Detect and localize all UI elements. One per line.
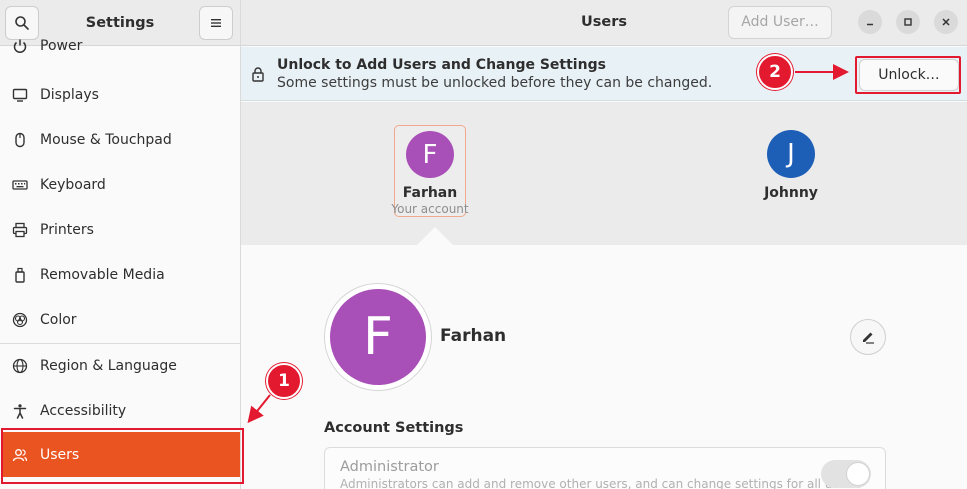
main-header: Users Add User… xyxy=(241,0,967,46)
sidebar-item-label: Power xyxy=(40,37,83,54)
sidebar-item-displays[interactable]: Displays xyxy=(0,72,240,117)
sidebar-item-label: Keyboard xyxy=(40,176,106,193)
power-icon xyxy=(11,37,29,55)
sidebar-item-label: Displays xyxy=(40,86,99,103)
users-icon xyxy=(11,446,29,464)
account-settings-heading: Account Settings xyxy=(324,420,464,436)
sidebar-item-users[interactable]: Users xyxy=(3,432,240,477)
sidebar-item-label: Region & Language xyxy=(40,357,177,374)
user-details: F Farhan Account Settings Administrator … xyxy=(241,245,967,489)
toggle-knob xyxy=(846,462,870,486)
avatar: F xyxy=(406,131,454,178)
sidebar-item-label: Accessibility xyxy=(40,402,127,419)
unlock-button[interactable]: Unlock… xyxy=(859,59,959,91)
infobar-title: Unlock to Add Users and Change Settings xyxy=(277,57,606,73)
sidebar-item-label: Mouse & Touchpad xyxy=(40,131,172,148)
selection-pointer xyxy=(417,227,453,245)
removable-media-icon xyxy=(11,266,29,284)
user-name: Johnny xyxy=(764,185,818,201)
add-user-button[interactable]: Add User… xyxy=(728,6,832,39)
sidebar-item-color[interactable]: Color xyxy=(0,297,240,342)
main-panel: Users Add User… Unlock to Add Users and … xyxy=(241,0,967,489)
sidebar-item-accessibility[interactable]: Accessibility xyxy=(0,388,240,433)
color-icon xyxy=(11,311,29,329)
user-carousel: F Farhan Your account J Johnny xyxy=(241,102,967,245)
account-settings-box: Administrator Administrators can add and… xyxy=(324,447,886,489)
user-card-farhan[interactable]: F Farhan Your account xyxy=(391,125,469,217)
mouse-icon xyxy=(11,131,29,149)
user-card-johnny[interactable]: J Johnny xyxy=(755,125,827,217)
infobar-subtitle: Some settings must be unlocked before th… xyxy=(277,75,713,91)
maximize-icon xyxy=(904,18,912,26)
user-avatar-button[interactable]: F xyxy=(324,283,432,391)
close-button[interactable] xyxy=(934,10,958,34)
administrator-description: Administrators can add and remove other … xyxy=(340,477,862,489)
avatar: J xyxy=(767,130,815,178)
close-icon xyxy=(942,18,950,26)
edit-icon xyxy=(863,332,874,344)
sidebar-item-label: Removable Media xyxy=(40,266,165,283)
sidebar-item-label: Color xyxy=(40,311,77,328)
sidebar-item-removable-media[interactable]: Removable Media xyxy=(0,252,240,297)
sidebar-item-label: Printers xyxy=(40,221,94,238)
annotation-step-1: 1 xyxy=(266,363,302,399)
sidebar-item-printers[interactable]: Printers xyxy=(0,207,240,252)
user-subtitle: Your account xyxy=(391,202,469,216)
unlock-infobar: Unlock to Add Users and Change Settings … xyxy=(241,47,967,101)
annotation-step-2: 2 xyxy=(757,54,793,90)
user-name: Farhan xyxy=(402,185,458,201)
keyboard-icon xyxy=(11,176,29,194)
user-full-name: Farhan xyxy=(440,326,507,346)
sidebar: Settings Power Displays Mouse & Touchpad… xyxy=(0,0,241,489)
minimize-icon xyxy=(867,23,873,26)
printer-icon xyxy=(11,221,29,239)
accessibility-icon xyxy=(11,402,29,420)
lock-icon xyxy=(251,66,265,86)
sidebar-item-mouse-touchpad[interactable]: Mouse & Touchpad xyxy=(0,117,240,162)
sidebar-item-power[interactable]: Power xyxy=(0,23,240,68)
edit-name-button[interactable] xyxy=(850,319,886,355)
administrator-label: Administrator xyxy=(340,459,439,475)
maximize-button[interactable] xyxy=(896,10,920,34)
minimize-button[interactable] xyxy=(858,10,882,34)
sidebar-item-region-language[interactable]: Region & Language xyxy=(0,343,240,388)
avatar: F xyxy=(330,289,426,385)
sidebar-item-keyboard[interactable]: Keyboard xyxy=(0,162,240,207)
administrator-toggle[interactable] xyxy=(821,460,871,488)
globe-icon xyxy=(11,357,29,375)
sidebar-item-label: Users xyxy=(40,446,80,463)
display-icon xyxy=(11,86,29,104)
